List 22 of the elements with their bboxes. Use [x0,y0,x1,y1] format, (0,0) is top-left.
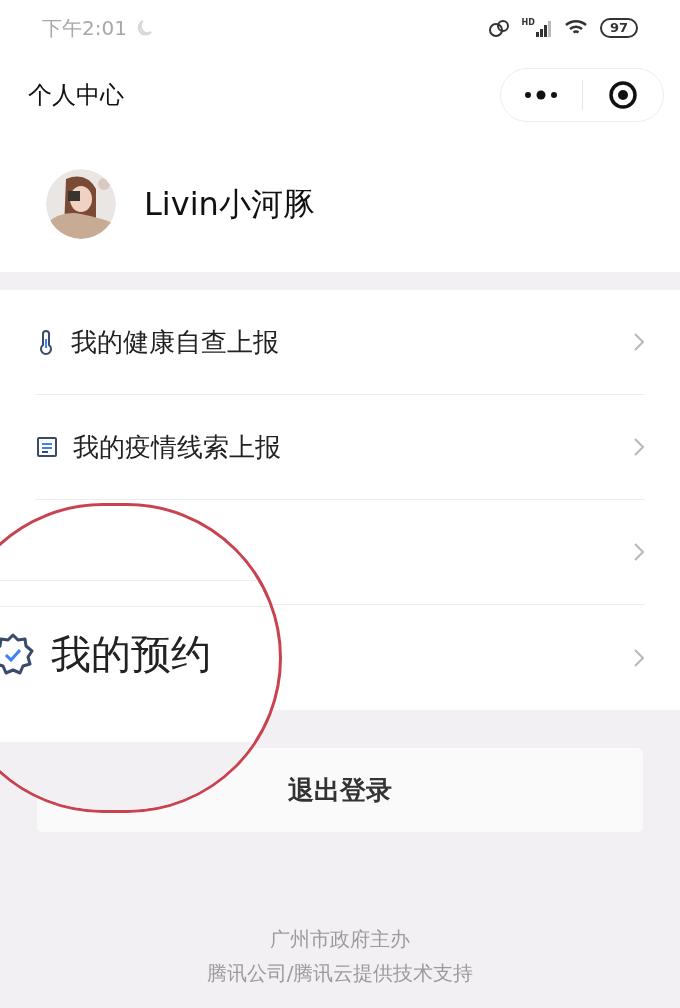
menu-label: 我的健康自查上报 [71,325,279,359]
chevron-right-icon [633,437,645,457]
status-time: 下午2:01 [42,14,127,42]
footer-text: 腾讯公司/腾讯云提供技术支持 [206,960,474,987]
menu-item[interactable]: 我的健康自查上报 [35,290,645,395]
chevron-right-icon [633,332,645,352]
battery-indicator: 97 [599,17,638,38]
menu-label: 我的疫情线索上报 [73,430,281,464]
chevron-right-icon [633,542,645,562]
target-icon [607,80,638,110]
signal-icon [535,18,552,37]
link-icon [487,17,510,38]
network-label: HD [521,18,535,27]
verified-badge-icon [0,632,35,676]
page-title: 个人中心 [28,80,124,111]
footer-text: 广州市政府主办 [270,926,410,953]
document-icon [35,435,59,459]
user-name: Livin小河豚 [144,183,315,225]
magnified-label: 我的预约 [51,634,211,674]
menu-item[interactable]: 我的疫情线索上报 [35,395,645,500]
more-icon [524,90,559,100]
chevron-right-icon [633,647,645,668]
